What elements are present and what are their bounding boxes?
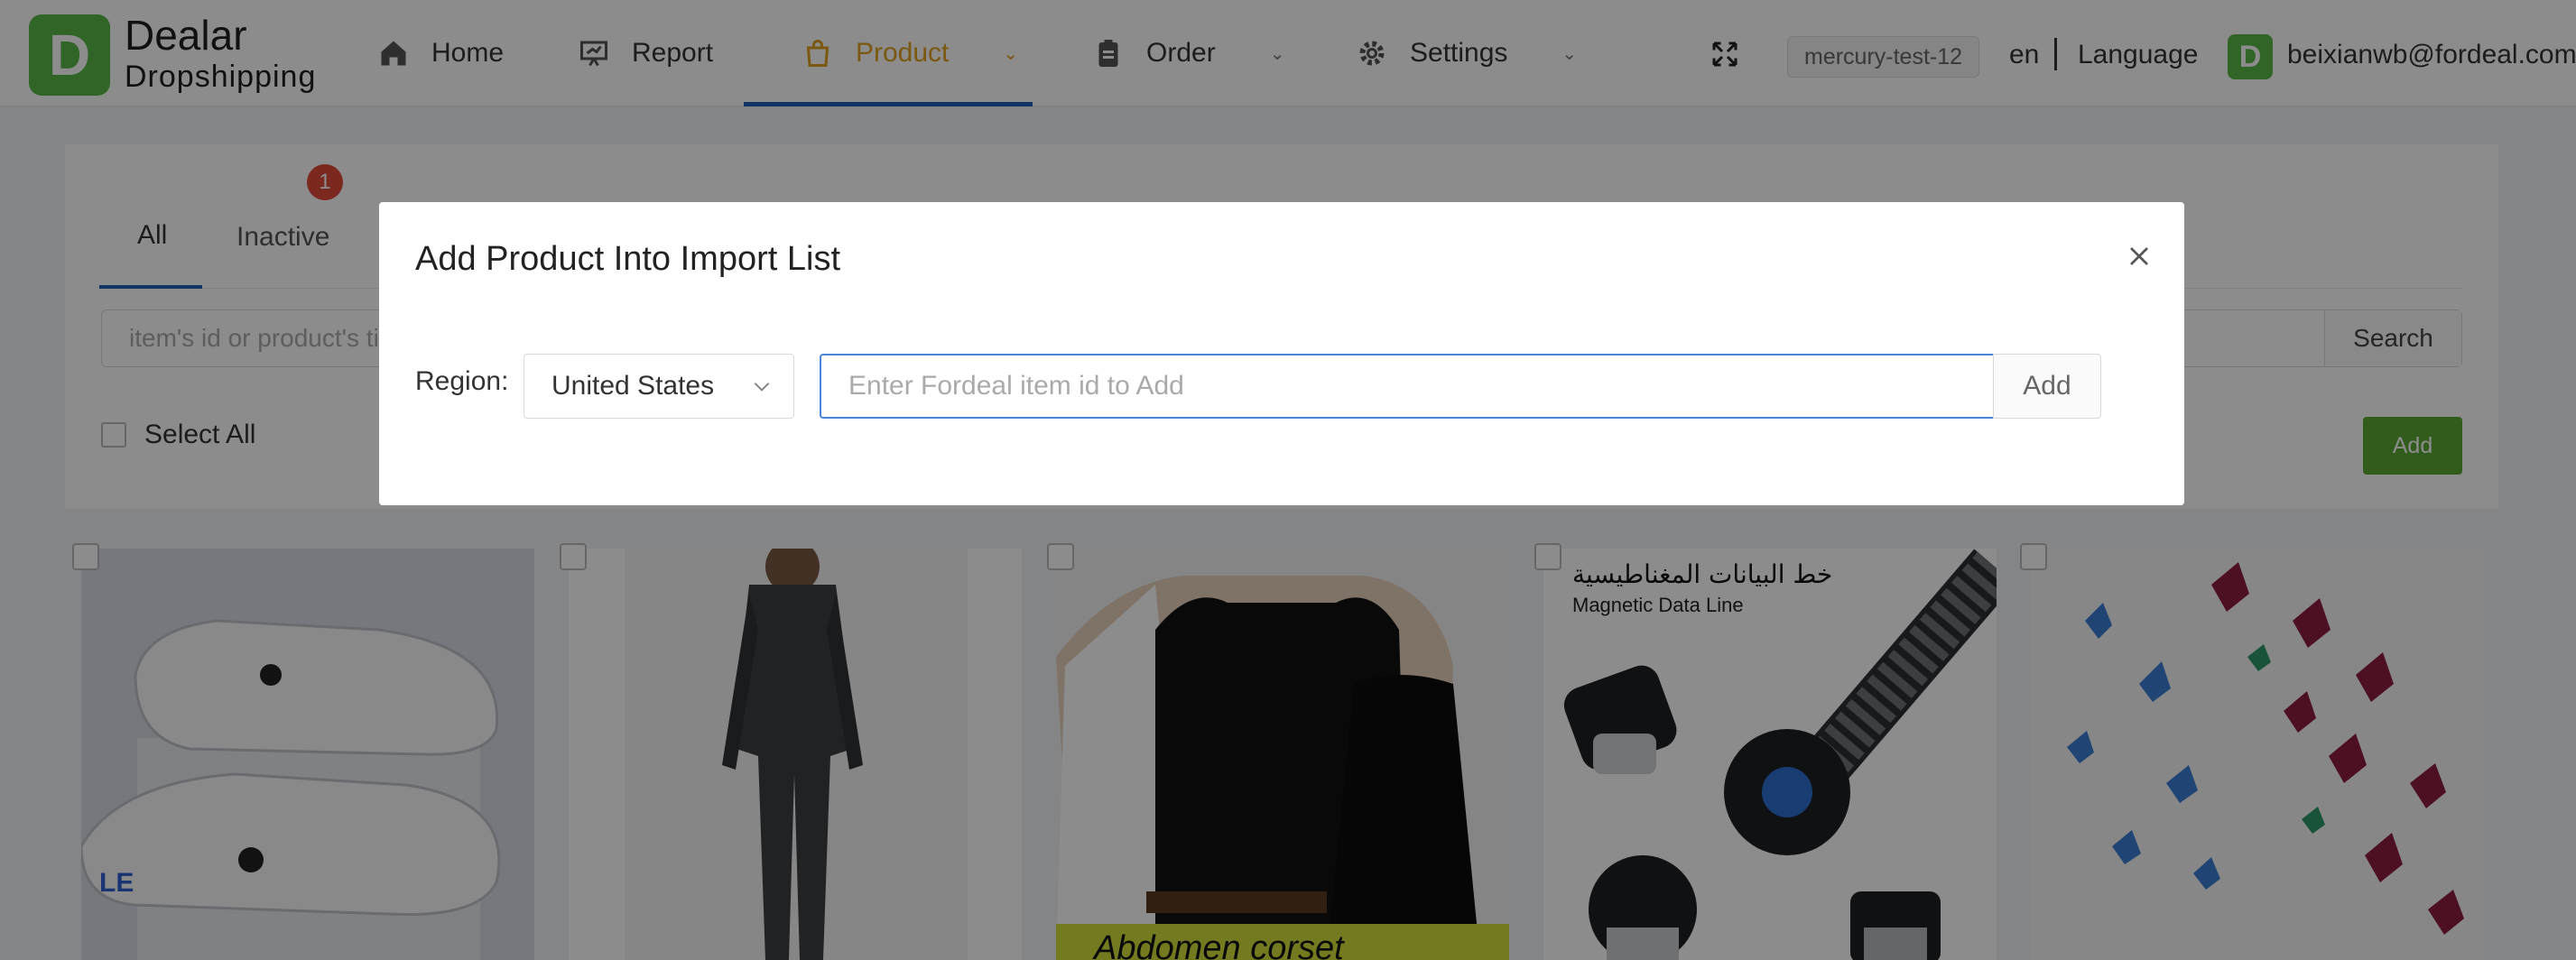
chevron-down-icon	[754, 383, 770, 392]
region-label: Region:	[415, 366, 509, 396]
region-select[interactable]: United States	[524, 354, 794, 419]
dialog-title: Add Product Into Import List	[415, 240, 841, 278]
item-id-input[interactable]	[820, 354, 1995, 419]
close-icon[interactable]	[2123, 240, 2155, 272]
add-item-button[interactable]: Add	[1993, 354, 2101, 419]
region-select-value: United States	[551, 371, 715, 401]
add-product-dialog: Add Product Into Import List Region: Uni…	[379, 202, 2184, 505]
